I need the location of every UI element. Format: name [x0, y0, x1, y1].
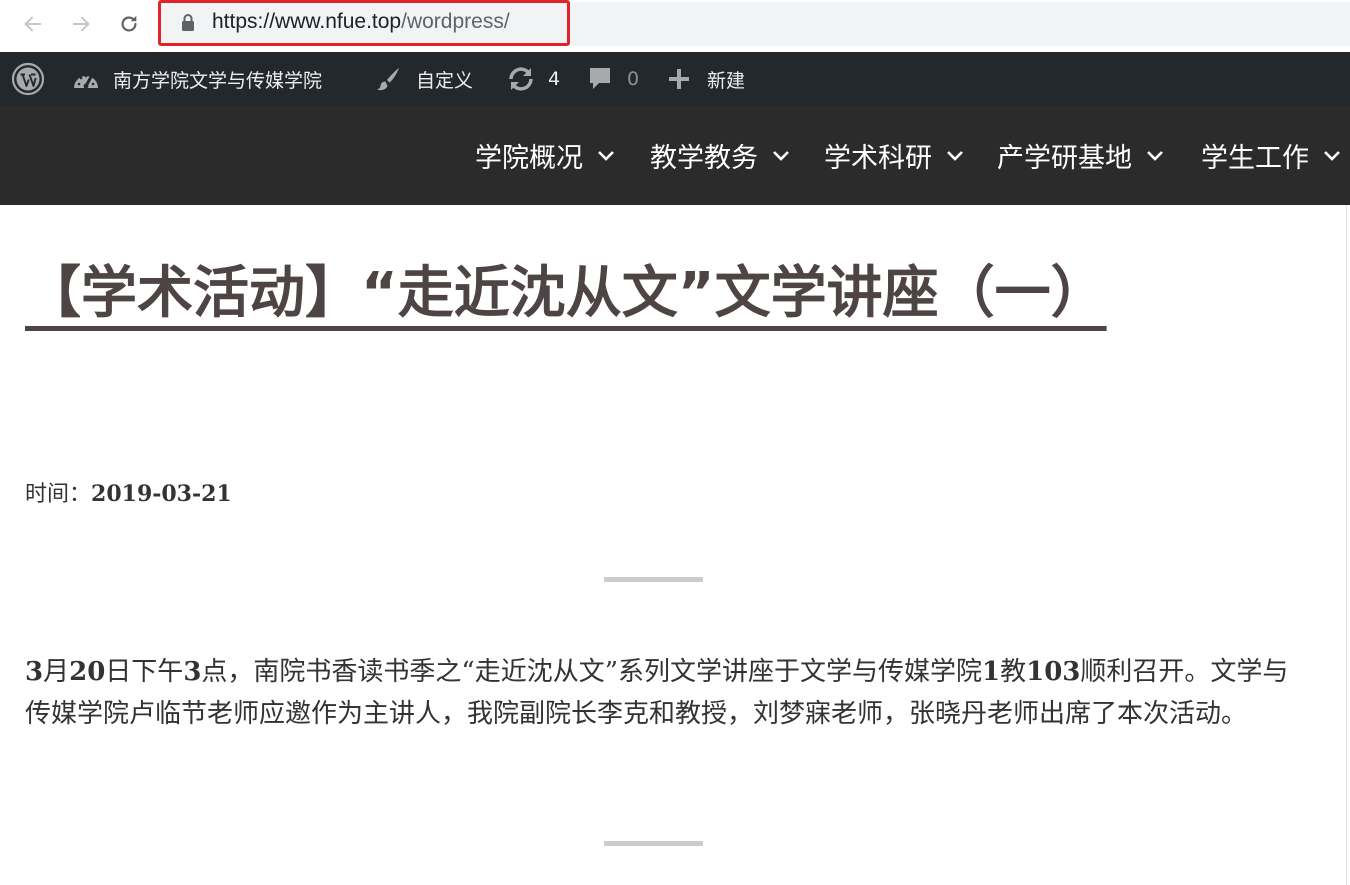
url-host: https://www.nfue.top	[212, 10, 402, 33]
separator	[604, 577, 703, 582]
chevron-down-icon[interactable]	[772, 150, 790, 162]
menu-item-base[interactable]: 产学研基地	[997, 106, 1164, 205]
post-date: 2019-03-21	[91, 481, 232, 507]
para-text: 月	[43, 657, 70, 687]
separator	[604, 841, 703, 846]
post-meta: 时间：2019-03-21	[25, 476, 232, 508]
comments-count: 0	[627, 68, 640, 90]
para-number: 20	[69, 657, 106, 687]
para-number: 1	[982, 657, 1001, 687]
menu-item-about[interactable]: 学院概况	[475, 106, 615, 205]
forward-button[interactable]	[67, 10, 95, 38]
new-content-menu[interactable]: 新建	[667, 52, 745, 106]
customize-menu[interactable]: 自定义	[374, 52, 473, 106]
menu-label: 学生工作	[1201, 143, 1309, 174]
forward-arrow-icon	[72, 16, 90, 32]
menu-label: 产学研基地	[997, 143, 1132, 174]
para-text: 点，南院书香读书季之“走近沈从文”系列文学讲座于文学与传媒学院	[201, 657, 982, 687]
wp-logo-menu[interactable]	[11, 52, 45, 106]
content-edge	[1346, 205, 1347, 885]
para-number: 3	[25, 657, 44, 687]
menu-label: 教学教务	[650, 143, 758, 174]
para-text: 日下午	[105, 657, 184, 687]
lock-icon[interactable]	[180, 13, 196, 33]
chevron-down-icon[interactable]	[1323, 150, 1341, 162]
url-path: /wordpress/	[401, 10, 510, 33]
site-name-menu[interactable]: 南方学院文学与传媒学院	[71, 52, 322, 106]
meta-label: 时间：	[25, 482, 92, 507]
site-header: 学院概况 教学教务 学术科研 产学研基地 学生工作	[0, 106, 1350, 205]
reload-button[interactable]	[115, 10, 143, 38]
post-paragraph: 3月20日下午3点，南院书香读书季之“走近沈从文”系列文学讲座于文学与传媒学院1…	[25, 651, 1295, 735]
back-arrow-icon	[24, 16, 42, 32]
dashboard-gauge-icon	[74, 74, 98, 89]
menu-item-students[interactable]: 学生工作	[1201, 106, 1341, 205]
post-title-link[interactable]: 【学术活动】“走近沈从文”文学讲座（一）	[25, 261, 1107, 326]
menu-label: 学院概况	[475, 143, 583, 174]
menu-item-research[interactable]: 学术科研	[824, 106, 964, 205]
menu-label: 学术科研	[824, 143, 932, 174]
chevron-down-icon[interactable]	[597, 150, 615, 162]
reload-icon	[121, 15, 137, 32]
paintbrush-icon	[377, 68, 399, 91]
url-text[interactable]: https://www.nfue.top/wordpress/	[212, 10, 510, 34]
plus-icon	[669, 69, 689, 89]
new-label: 新建	[707, 69, 746, 92]
back-button[interactable]	[19, 10, 47, 38]
updates-refresh-icon	[509, 67, 533, 91]
para-number: 3	[183, 657, 202, 687]
post-title: 【学术活动】“走近沈从文”文学讲座（一）	[25, 252, 1135, 336]
chevron-down-icon[interactable]	[946, 150, 964, 162]
comments-menu[interactable]: 0	[587, 52, 639, 106]
wordpress-logo-icon	[11, 62, 45, 96]
para-number: 103	[1026, 657, 1081, 687]
chevron-down-icon[interactable]	[1146, 150, 1164, 162]
customize-label: 自定义	[416, 69, 474, 92]
wp-admin-bar: 南方学院文学与传媒学院 自定义 4 0 新建	[0, 52, 1350, 106]
menu-item-teaching[interactable]: 教学教务	[650, 106, 790, 205]
site-name-label: 南方学院文学与传媒学院	[113, 69, 323, 92]
para-text: 教	[1000, 657, 1027, 687]
updates-count: 4	[548, 68, 561, 90]
updates-menu[interactable]: 4	[506, 52, 560, 106]
browser-toolbar: https://www.nfue.top/wordpress/	[0, 0, 1350, 52]
comment-bubble-icon	[590, 68, 610, 89]
